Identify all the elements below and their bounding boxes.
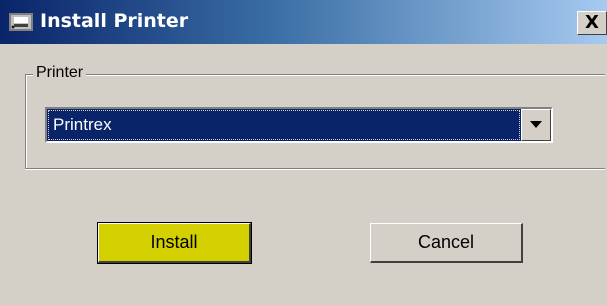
close-button[interactable]: X — [577, 11, 607, 35]
printer-group-label: Printer — [33, 64, 87, 82]
printer-select[interactable]: Printrex — [45, 107, 553, 143]
install-printer-dialog: Install Printer X Printer Printrex Insta… — [0, 0, 607, 305]
window-title: Install Printer — [40, 10, 189, 32]
dropdown-button[interactable] — [521, 109, 551, 141]
title-bar[interactable]: Install Printer X — [0, 0, 607, 44]
cancel-button[interactable]: Cancel — [370, 223, 523, 263]
install-button[interactable]: Install — [97, 222, 252, 264]
printer-select-value[interactable]: Printrex — [47, 109, 521, 141]
printer-app-icon — [8, 12, 34, 32]
close-icon: X — [585, 12, 599, 33]
chevron-down-icon — [530, 121, 542, 128]
